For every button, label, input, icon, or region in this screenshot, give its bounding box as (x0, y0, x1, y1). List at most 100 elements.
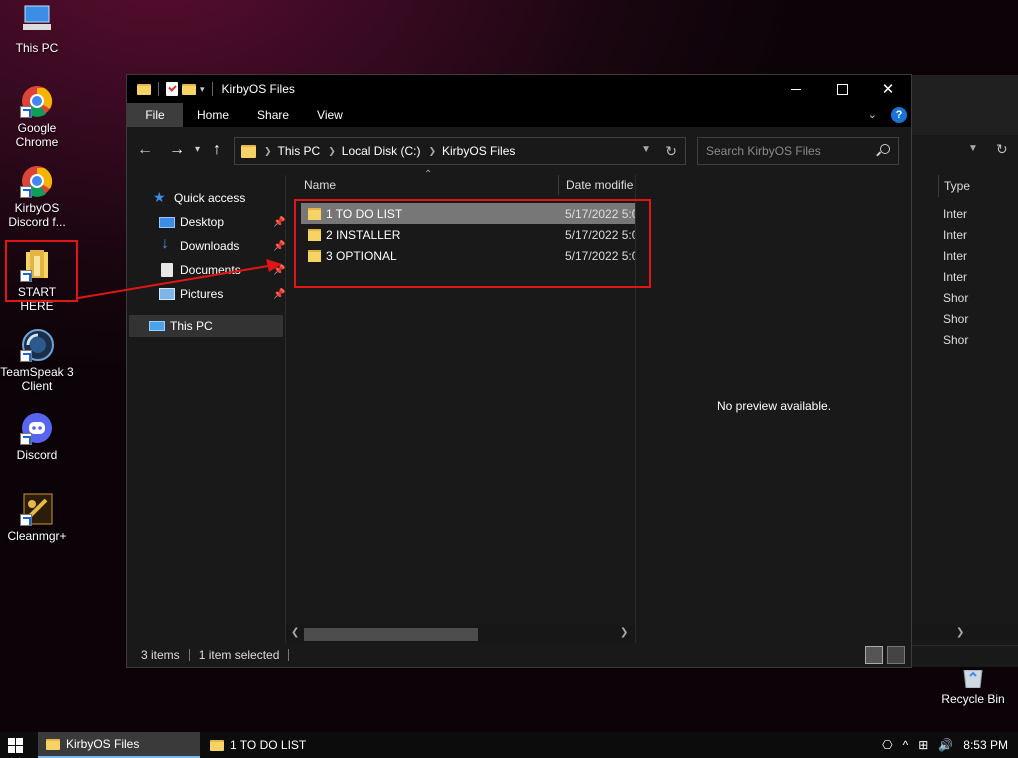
window-controls: ✕ (773, 75, 911, 103)
toolbar-separator (211, 82, 213, 96)
breadcrumb-separator-icon[interactable]: ❯ (264, 146, 272, 157)
shortcut-arrow-icon (20, 350, 32, 362)
large-icons-view-button[interactable] (887, 646, 905, 664)
star-icon (153, 189, 169, 206)
refresh-icon[interactable]: ↻ (665, 143, 677, 160)
search-input[interactable]: Search KirbyOS Files (697, 137, 899, 165)
search-icon (880, 144, 890, 154)
volume-icon[interactable]: 🔊 (938, 738, 953, 752)
desktop-icon-teamspeak[interactable]: TeamSpeak 3 Client (0, 328, 74, 393)
pin-icon: 📌 (273, 240, 286, 252)
annotation-box-start-here (5, 240, 78, 302)
meet-now-icon[interactable]: ⎔ (882, 738, 892, 752)
background-type-cell: Shor (943, 312, 969, 326)
desktop-icon-cleanmgr[interactable]: Cleanmgr+ (0, 492, 74, 543)
window-title: KirbyOS Files (221, 82, 295, 96)
maximize-button[interactable] (819, 75, 865, 103)
close-button[interactable]: ✕ (865, 75, 911, 103)
breadcrumb-separator-icon[interactable]: ❯ (328, 146, 336, 157)
nav-item-label: Documents (180, 263, 241, 277)
tab-share[interactable]: Share (243, 103, 303, 127)
background-type-cell: Inter (943, 249, 968, 263)
system-tray: ⎔ ^ ⊞ 🔊 8:53 PM (882, 732, 1008, 758)
nav-item-label: This PC (170, 319, 213, 333)
minimize-button[interactable] (773, 75, 819, 103)
status-item-count: 3 items (141, 648, 180, 662)
background-statusbar (910, 645, 1018, 667)
status-selected-count: 1 item selected (198, 648, 280, 662)
show-hidden-icons-icon[interactable]: ^ (903, 738, 909, 752)
tab-home[interactable]: Home (183, 103, 243, 127)
desktop-icon-discord[interactable]: Discord (0, 411, 74, 462)
nav-quick-access[interactable]: Quick access (153, 189, 246, 206)
column-header-date-modified[interactable]: Date modifie (558, 175, 636, 195)
status-bar: 3 items 1 item selected (127, 643, 911, 667)
computer-icon (20, 4, 54, 38)
breadcrumb-local-disk[interactable]: Local Disk (C:) (342, 144, 421, 158)
folder-icon (241, 144, 256, 158)
clock[interactable]: 8:53 PM (963, 738, 1008, 752)
expand-ribbon-icon[interactable]: ⌄ (868, 108, 877, 121)
background-explorer-window: ▼ ↻ Type Inter Inter Inter Inter Shor Sh… (910, 75, 1018, 667)
annotation-box-folders (294, 199, 651, 288)
scroll-right-icon[interactable]: ❯ (620, 627, 628, 638)
cleanmgr-icon (20, 492, 54, 526)
shortcut-arrow-icon (20, 514, 32, 526)
pin-icon: 📌 (273, 288, 286, 300)
background-type-cell: Inter (943, 207, 968, 221)
start-button[interactable] (0, 732, 32, 758)
properties-icon[interactable] (166, 82, 178, 96)
refresh-icon: ↻ (996, 141, 1008, 157)
shortcut-arrow-icon (20, 106, 32, 118)
nav-item-label: Downloads (180, 239, 240, 253)
network-icon[interactable]: ⊞ (918, 738, 928, 752)
desktop-icon-this-pc[interactable]: This PC (0, 4, 74, 55)
horizontal-scrollbar[interactable]: ❮ ❯ (286, 625, 635, 643)
help-button[interactable]: ? (891, 107, 907, 123)
taskbar-item-to-do-list[interactable]: 1 TO DO LIST (202, 732, 306, 758)
up-button[interactable]: ↑ (213, 141, 221, 159)
tab-file[interactable]: File (127, 103, 183, 127)
windows-logo-icon (8, 738, 15, 745)
breadcrumb-separator-icon[interactable]: ❯ (428, 146, 436, 157)
breadcrumb-this-pc[interactable]: This PC (278, 144, 321, 158)
desktop-icon-kirbyos-discord[interactable]: KirbyOS Discord f... (0, 164, 74, 229)
column-header-name[interactable]: Name (304, 177, 336, 197)
nav-item-label: Quick access (174, 191, 246, 205)
pin-icon: 📌 (273, 216, 286, 228)
tab-view[interactable]: View (303, 103, 357, 127)
search-placeholder: Search KirbyOS Files (706, 144, 821, 158)
taskbar-item-kirbyos-files[interactable]: KirbyOS Files (38, 732, 200, 758)
recycle-bin-icon (961, 669, 985, 689)
desktop-icon-label: Google Chrome (15, 121, 59, 149)
desktop-icon-recycle-bin[interactable]: Recycle Bin (934, 669, 1012, 706)
address-bar[interactable]: ❯ This PC ❯ Local Disk (C:) ❯ KirbyOS Fi… (234, 137, 686, 165)
document-icon (161, 263, 173, 277)
forward-button[interactable]: → (169, 141, 185, 159)
chevron-down-icon: ▼ (968, 143, 978, 154)
status-separator (188, 649, 190, 661)
background-column-header-type: Type (938, 175, 1018, 197)
breadcrumb-kirbyos-files[interactable]: KirbyOS Files (442, 144, 515, 158)
taskbar: KirbyOS Files 1 TO DO LIST ⎔ ^ ⊞ 🔊 8:53 … (0, 732, 1018, 758)
desktop-icon-label: KirbyOS Discord f... (8, 201, 66, 229)
background-window-address: ▼ ↻ (910, 135, 1018, 175)
ribbon-tabs: File Home Share View ⌄ ? (127, 103, 911, 127)
desktop-icon-label: TeamSpeak 3 Client (0, 365, 74, 393)
customize-toolbar-dropdown-icon[interactable]: ▾ (200, 84, 205, 95)
back-button[interactable]: ← (137, 141, 153, 159)
nav-item-label: Pictures (180, 287, 224, 301)
scroll-left-icon[interactable]: ❮ (291, 627, 299, 638)
titlebar: ▾ KirbyOS Files ✕ (127, 75, 911, 103)
details-view-button[interactable] (865, 646, 883, 664)
recent-locations-dropdown[interactable]: ▾ (195, 141, 200, 159)
desktop-icon-google-chrome[interactable]: Google Chrome (0, 84, 74, 149)
nav-item-this-pc[interactable]: This PC (129, 315, 283, 337)
background-type-cell: Inter (943, 270, 968, 284)
shortcut-arrow-icon (20, 186, 32, 198)
background-type-cell: Shor (943, 333, 969, 347)
scrollbar-thumb[interactable] (304, 628, 478, 641)
windows-logo-icon (16, 746, 23, 753)
address-dropdown-icon[interactable]: ▼ (641, 144, 651, 155)
new-folder-icon[interactable] (182, 83, 196, 95)
